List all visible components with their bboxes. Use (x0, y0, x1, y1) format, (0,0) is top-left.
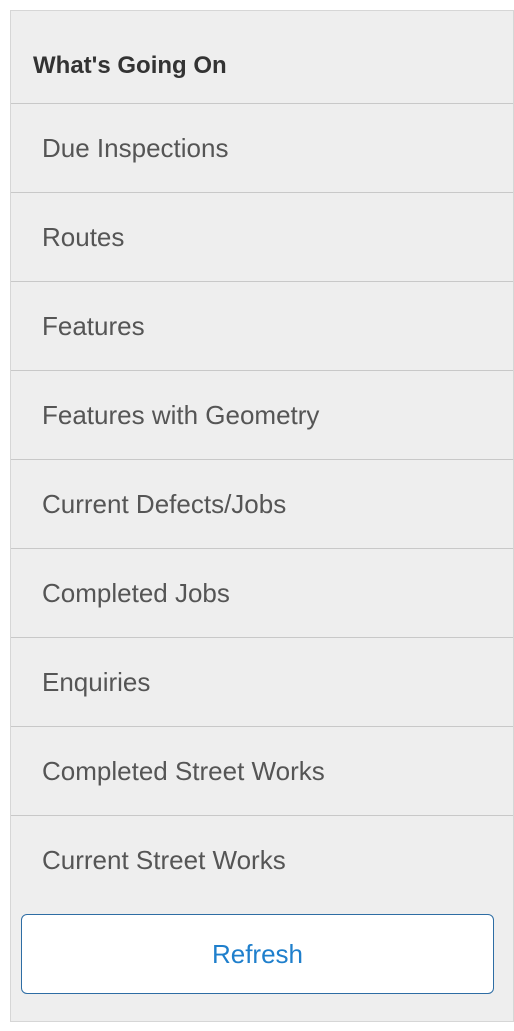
nav-item-features[interactable]: Features (11, 282, 513, 371)
nav-item-completed-street-works[interactable]: Completed Street Works (11, 727, 513, 816)
nav-item-current-street-works[interactable]: Current Street Works (11, 816, 513, 905)
nav-item-routes[interactable]: Routes (11, 193, 513, 282)
nav-item-current-defects-jobs[interactable]: Current Defects/Jobs (11, 460, 513, 549)
nav-item-features-with-geometry[interactable]: Features with Geometry (11, 371, 513, 460)
refresh-button[interactable]: Refresh (21, 914, 494, 994)
nav-item-enquiries[interactable]: Enquiries (11, 638, 513, 727)
panel-title: What's Going On (11, 11, 513, 104)
nav-item-completed-jobs[interactable]: Completed Jobs (11, 549, 513, 638)
whats-going-on-panel: What's Going On Due Inspections Routes F… (10, 10, 514, 1022)
nav-item-due-inspections[interactable]: Due Inspections (11, 104, 513, 193)
